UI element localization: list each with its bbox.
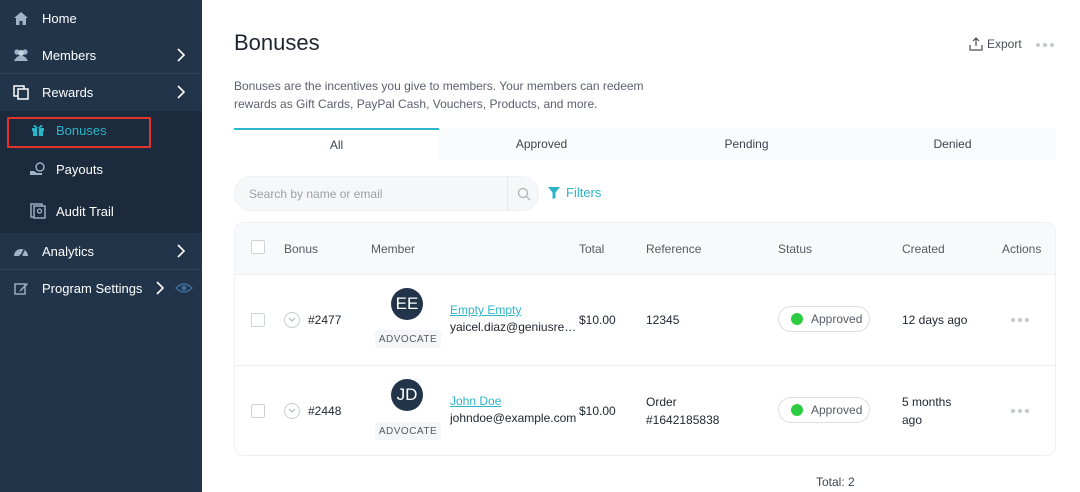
- chevron-right-icon: [177, 85, 186, 99]
- search-input[interactable]: [249, 177, 499, 210]
- sidebar-item-home[interactable]: Home: [0, 0, 202, 36]
- filters-button[interactable]: Filters: [548, 185, 601, 200]
- table-header: Bonus Member Total Reference Status Crea…: [235, 223, 1055, 275]
- sidebar-item-label: Audit Trail: [56, 203, 114, 219]
- member-email: yaicel.diaz@geniusreferrals.com: [450, 320, 578, 334]
- bonus-total: $10.00: [579, 404, 616, 418]
- home-icon: [12, 9, 30, 27]
- row-actions-icon[interactable]: [1011, 318, 1029, 322]
- status-dot-icon: [791, 404, 803, 416]
- tab-all[interactable]: All: [234, 128, 439, 160]
- column-header-total[interactable]: Total: [579, 242, 604, 256]
- status-tabs: All Approved Pending Denied: [234, 128, 1056, 160]
- search-button[interactable]: [507, 177, 539, 210]
- chevron-right-icon: [177, 244, 186, 258]
- created-date-suffix: ago: [902, 413, 923, 427]
- reference: 12345: [646, 313, 680, 327]
- avatar: EE: [391, 288, 423, 320]
- app: Home Members Rewards Bonuses Payouts Aud…: [0, 0, 1080, 492]
- payouts-icon: [29, 160, 47, 178]
- sidebar-item-audit-trail[interactable]: Audit Trail: [0, 193, 202, 229]
- column-header-reference[interactable]: Reference: [646, 242, 701, 256]
- export-label: Export: [987, 37, 1022, 51]
- search-box: [234, 176, 539, 211]
- sidebar-item-label: Home: [42, 10, 77, 26]
- status-badge: Approved: [778, 306, 870, 332]
- sidebar-item-program-settings[interactable]: Program Settings: [0, 270, 202, 306]
- search-icon: [517, 187, 530, 200]
- created-date: 12 days ago: [902, 313, 968, 327]
- expand-row-icon[interactable]: [284, 403, 300, 419]
- tab-denied[interactable]: Denied: [849, 128, 1056, 160]
- reference-number: #1642185838: [646, 413, 720, 427]
- tab-pending[interactable]: Pending: [644, 128, 849, 160]
- page-title: Bonuses: [234, 30, 320, 55]
- page-description: Bonuses are the incentives you give to m…: [234, 79, 644, 111]
- status-label: Approved: [811, 312, 863, 326]
- status-badge: Approved: [778, 397, 870, 423]
- rewards-icon: [12, 83, 30, 101]
- sidebar-item-label: Members: [42, 47, 97, 63]
- bonus-id: #2477: [308, 313, 342, 327]
- column-header-created[interactable]: Created: [902, 242, 945, 256]
- member-name-link[interactable]: John Doe: [450, 394, 501, 408]
- select-all-checkbox[interactable]: [251, 240, 265, 254]
- table-row[interactable]: #2477 EE ADVOCATE Empty Empty yaicel.dia…: [235, 275, 1055, 366]
- filters-label: Filters: [566, 185, 602, 200]
- eye-icon[interactable]: [175, 281, 193, 295]
- status-label: Approved: [811, 403, 863, 417]
- sidebar: Home Members Rewards Bonuses Payouts Aud…: [0, 0, 202, 492]
- member-role-badge: ADVOCATE: [375, 330, 441, 348]
- column-header-member[interactable]: Member: [371, 242, 415, 256]
- member-role-badge: ADVOCATE: [375, 422, 441, 440]
- total-count: Total: 2: [816, 475, 855, 489]
- row-actions-icon[interactable]: [1011, 409, 1029, 413]
- reference: Order: [646, 395, 677, 409]
- highlight-box: [7, 117, 151, 148]
- row-checkbox[interactable]: [251, 313, 265, 327]
- more-options-icon[interactable]: [1036, 43, 1054, 47]
- upload-icon: [969, 37, 983, 51]
- sidebar-item-members[interactable]: Members: [0, 37, 202, 73]
- chevron-right-icon: [177, 48, 186, 62]
- column-header-actions: Actions: [1002, 242, 1042, 256]
- sidebar-item-rewards[interactable]: Rewards: [0, 74, 202, 110]
- settings-edit-icon: [12, 279, 30, 297]
- bonus-total: $10.00: [579, 313, 616, 327]
- sidebar-item-label: Rewards: [42, 84, 94, 100]
- sidebar-item-analytics[interactable]: Analytics: [0, 233, 202, 269]
- bonus-id: #2448: [308, 404, 342, 418]
- sidebar-item-label: Program Settings: [42, 280, 143, 296]
- table-row[interactable]: #2448 JD ADVOCATE John Doe johndoe@examp…: [235, 366, 1055, 455]
- sidebar-item-label: Analytics: [42, 243, 95, 259]
- avatar: JD: [391, 379, 423, 411]
- sidebar-item-label: Payouts: [56, 161, 103, 177]
- sidebar-item-payouts[interactable]: Payouts: [0, 151, 202, 187]
- chevron-right-icon: [156, 281, 165, 295]
- created-date: 5 months: [902, 395, 952, 409]
- column-header-bonus[interactable]: Bonus: [284, 242, 318, 256]
- column-header-status[interactable]: Status: [778, 242, 812, 256]
- analytics-icon: [12, 242, 30, 260]
- member-name-link[interactable]: Empty Empty: [450, 303, 521, 317]
- export-button[interactable]: Export: [969, 37, 1022, 51]
- status-dot-icon: [791, 313, 803, 325]
- members-icon: [12, 46, 30, 64]
- filter-icon: [548, 186, 560, 199]
- bonuses-table: Bonus Member Total Reference Status Crea…: [234, 222, 1056, 456]
- main-content: Bonuses Export Bonuses are the incentive…: [202, 0, 1080, 492]
- member-email: johndoe@example.com: [450, 411, 577, 425]
- tab-approved[interactable]: Approved: [439, 128, 644, 160]
- expand-row-icon[interactable]: [284, 312, 300, 328]
- audit-trail-icon: [29, 202, 47, 220]
- row-checkbox[interactable]: [251, 404, 265, 418]
